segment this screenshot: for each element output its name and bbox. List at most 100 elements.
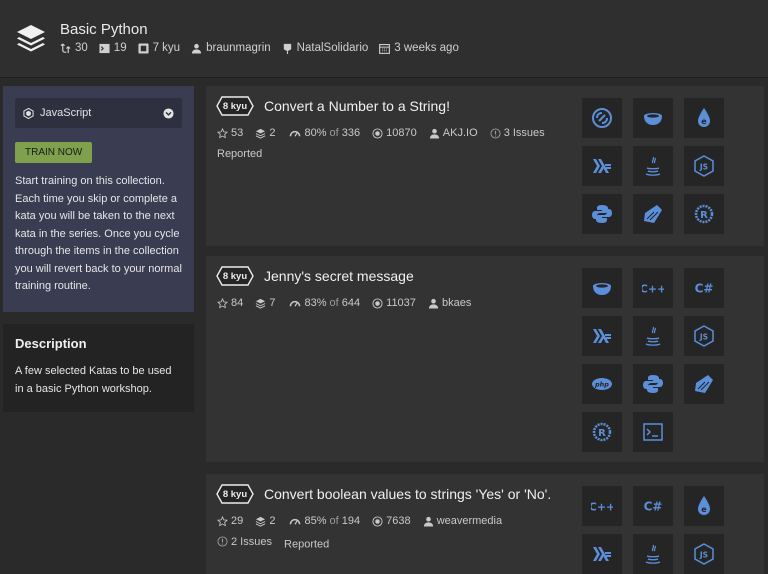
kata-stats: 29 2 85% of 194 7638 weavermedia 2 Issue… <box>217 512 567 553</box>
user-icon <box>429 128 439 139</box>
fork-icon <box>60 42 71 53</box>
forks-count: 30 <box>60 42 88 54</box>
flag-icon <box>283 43 291 54</box>
page-title: Basic Python <box>60 21 148 38</box>
svg-text:C#: C# <box>695 282 714 296</box>
language-tile[interactable]: R <box>582 412 622 452</box>
language-tile[interactable]: JS <box>684 316 724 356</box>
language-tile[interactable] <box>633 98 673 138</box>
kata-author-link[interactable]: AKJ.IO <box>429 124 478 142</box>
kata-stats: 84 7 83% of 644 11037 bkaes <box>217 294 567 315</box>
layers-icon <box>256 128 266 139</box>
language-tile[interactable] <box>633 364 673 404</box>
shell-icon <box>643 423 663 441</box>
haskell-icon <box>593 159 611 173</box>
chevron-down-icon <box>163 107 174 119</box>
elixir-icon: e <box>698 108 710 127</box>
language-tile[interactable]: e <box>684 486 724 526</box>
csharp-icon: C# <box>644 500 663 514</box>
language-tile[interactable] <box>582 316 622 356</box>
language-tile[interactable]: C++ <box>582 486 622 526</box>
description-title: Description <box>15 336 87 351</box>
svg-text:R: R <box>598 428 606 439</box>
target-icon <box>372 127 383 139</box>
rank: 7 kyu <box>138 42 180 54</box>
user-icon <box>428 298 439 309</box>
train-now-button[interactable]: TRAIN NOW <box>15 142 93 163</box>
rust-icon: R <box>694 204 714 224</box>
clan-link[interactable]: NatalSolidario <box>282 42 368 54</box>
kata-author-link[interactable]: weavermedia <box>423 512 502 530</box>
kyu-badge: 8 kyu <box>216 96 254 116</box>
haskell-icon <box>593 329 611 343</box>
terminal-icon <box>99 43 110 53</box>
java-icon <box>645 544 661 564</box>
reported-label: Reported <box>217 147 263 160</box>
kata-card[interactable]: 8 kyu Convert boolean values to strings … <box>206 474 764 574</box>
language-tile[interactable]: php <box>582 364 622 404</box>
kata-card[interactable]: 8 kyu Jenny's secret message 84 7 83% of… <box>206 256 764 462</box>
gauge-icon <box>289 300 300 307</box>
author-link[interactable]: braunmagrin <box>191 42 271 54</box>
train-description: Start training on this collection. Each … <box>15 175 182 292</box>
kata-title-link[interactable]: Convert boolean values to strings 'Yes' … <box>264 486 551 502</box>
kata-title-link[interactable]: Convert a Number to a String! <box>264 98 450 114</box>
language-tile[interactable]: R <box>684 194 724 234</box>
issues-link[interactable]: 2 Issues <box>217 533 272 551</box>
svg-text:C++: C++ <box>642 283 664 296</box>
language-tile[interactable]: C++ <box>633 268 673 308</box>
coffeescript-icon <box>644 113 662 125</box>
language-tile[interactable] <box>582 534 622 574</box>
svg-text:e: e <box>701 505 707 514</box>
python-icon <box>643 375 663 393</box>
language-tile[interactable] <box>582 98 622 138</box>
language-tile[interactable] <box>633 412 673 452</box>
cpp-icon: C++ <box>591 501 613 514</box>
svg-text:JS: JS <box>699 333 708 342</box>
language-tile[interactable] <box>684 364 724 404</box>
language-tile[interactable]: e <box>684 98 724 138</box>
language-tile[interactable]: JS <box>684 534 724 574</box>
language-tile[interactable] <box>633 146 673 186</box>
description-panel: Description A few selected Katas to be u… <box>3 324 194 412</box>
language-tile[interactable]: C# <box>684 268 724 308</box>
svg-text:C++: C++ <box>591 501 613 514</box>
alert-circle-icon <box>490 127 501 139</box>
collection-meta: 30 19 7 kyu braunmagrin NatalSolidario 3… <box>60 42 459 54</box>
kata-author-link[interactable]: bkaes <box>428 294 471 312</box>
target-icon <box>372 297 383 309</box>
language-tile[interactable] <box>633 194 673 234</box>
kata-title-link[interactable]: Jenny's secret message <box>264 268 414 284</box>
language-tile[interactable] <box>633 534 673 574</box>
rust-icon: R <box>592 422 612 442</box>
kata-card[interactable]: 8 kyu Convert a Number to a String! 53 2… <box>206 86 764 246</box>
sidebar: JavaScript TRAIN NOW Start training on t… <box>3 86 194 412</box>
kyu-badge: 8 kyu <box>216 266 254 286</box>
language-tile[interactable] <box>582 194 622 234</box>
svg-text:e: e <box>701 117 707 126</box>
rank-square-icon <box>138 42 149 54</box>
language-tile[interactable]: JS <box>684 146 724 186</box>
description-text: A few selected Katas to be used in a bas… <box>15 365 172 395</box>
star-icon <box>217 127 228 138</box>
language-grid: C++ C# e JS <box>582 486 724 574</box>
collection-header: Basic Python 30 19 7 kyu braunmagrin Nat… <box>0 0 768 78</box>
language-grid: e JS R <box>582 98 724 234</box>
java-icon <box>645 326 661 346</box>
issues-link[interactable]: 3 Issues <box>490 124 545 142</box>
gauge-icon <box>289 130 300 137</box>
language-tile[interactable] <box>582 146 622 186</box>
language-tile[interactable] <box>582 268 622 308</box>
language-tile[interactable]: C# <box>633 486 673 526</box>
stack-layers-icon <box>17 25 45 52</box>
javascript-icon: JS <box>694 543 714 565</box>
java-icon <box>645 156 661 176</box>
coffeescript-icon <box>593 283 611 295</box>
javascript-icon: JS <box>694 325 714 347</box>
language-select[interactable]: JavaScript <box>15 98 182 128</box>
language-tile[interactable] <box>633 316 673 356</box>
haskell-icon <box>593 547 611 561</box>
language-grid: C++ C# JS php R <box>582 268 724 452</box>
updated-date: 3 weeks ago <box>379 42 459 54</box>
kata-stats: 53 2 80% of 336 10870 AKJ.IO 3 Issues Re… <box>217 124 567 163</box>
